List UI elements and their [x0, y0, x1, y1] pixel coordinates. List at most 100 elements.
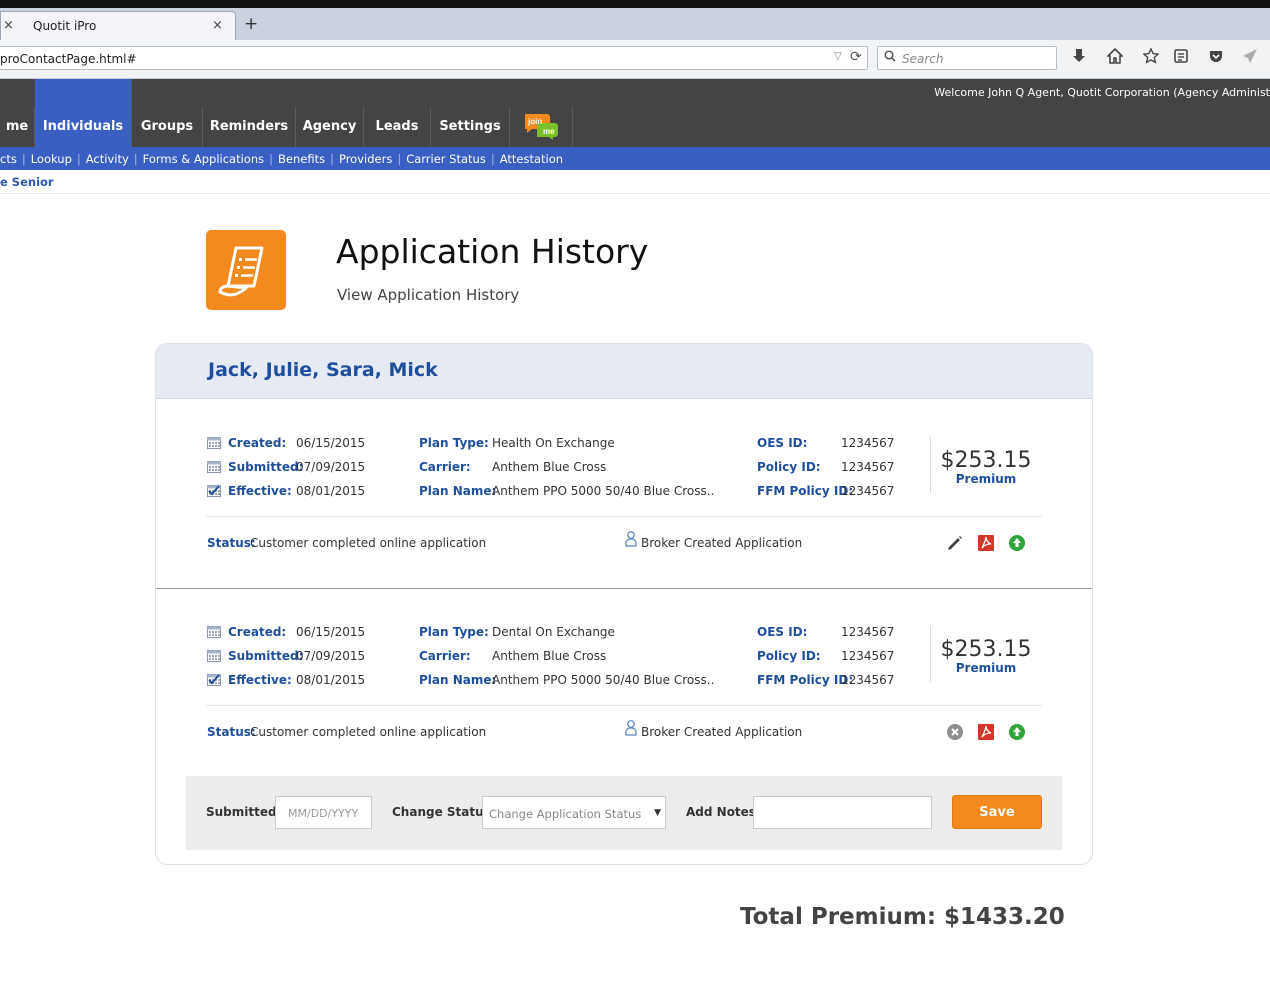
browser-tab-bar: × Quotit iPro × +	[0, 8, 1270, 40]
upload-arrow-icon[interactable]	[1008, 534, 1026, 552]
policy-id-value: 1234567	[841, 649, 895, 663]
total-premium: Total Premium: $1433.20	[740, 904, 1065, 930]
oes-id-label: OES ID:	[757, 436, 808, 450]
submitted-label: Submitted:	[228, 460, 304, 474]
ffm-policy-id-label: FFM Policy ID:	[757, 673, 854, 687]
sub-nav-item[interactable]: Forms & Applications	[143, 152, 265, 166]
pocket-icon[interactable]	[1206, 48, 1226, 68]
calendar-check-icon	[207, 673, 221, 686]
carrier-value: Anthem Blue Cross	[492, 649, 607, 663]
join-me-icon[interactable]: join me	[523, 112, 559, 140]
change-status-label: Change Status	[392, 805, 491, 819]
send-icon[interactable]	[1240, 48, 1260, 68]
submitted-date-input[interactable]: MM/DD/YYYY	[275, 796, 372, 829]
ffm-policy-id-value: 1234567	[841, 484, 895, 498]
add-notes-label: Add Notes	[686, 805, 756, 819]
submitted-label: Submitted:	[228, 649, 304, 663]
nav-item-groups[interactable]: Groups	[132, 107, 203, 147]
url-dropdown-icon[interactable]: ▽	[834, 51, 842, 62]
search-input[interactable]: Search	[877, 46, 1057, 70]
calendar-icon	[207, 436, 221, 449]
add-notes-input[interactable]	[753, 796, 932, 829]
household-names: Jack, Julie, Sara, Mick	[208, 359, 438, 381]
calendar-icon	[207, 625, 221, 638]
oes-id-value: 1234567	[841, 625, 895, 639]
oes-id-label: OES ID:	[757, 625, 808, 639]
created-label: Created:	[228, 436, 287, 450]
status-label: Status:	[207, 725, 256, 739]
reload-icon[interactable]: ⟳	[850, 49, 862, 65]
sub-nav-separator: |	[21, 152, 26, 166]
nav-item-me[interactable]: me	[0, 107, 35, 147]
search-icon	[884, 50, 896, 65]
policy-id-label: Policy ID:	[757, 460, 821, 474]
nav-item-individuals[interactable]: Individuals	[35, 79, 132, 147]
edit-pencil-icon[interactable]	[946, 534, 964, 552]
sub-nav-separator: |	[397, 152, 402, 166]
browser-toolbar: proContactPage.html# ▽ ⟳ Search	[0, 40, 1270, 79]
status-value: Customer completed online application	[250, 725, 487, 739]
sub-nav-item[interactable]: Benefits	[278, 152, 325, 166]
sub-nav-item[interactable]: Attestation	[500, 152, 563, 166]
home-icon[interactable]	[1105, 47, 1125, 68]
sub-nav-item[interactable]: Activity	[86, 152, 129, 166]
effective-date: 08/01/2015	[296, 673, 366, 687]
premium-label: Premium	[955, 661, 1017, 675]
save-button[interactable]: Save	[952, 795, 1042, 829]
pdf-icon[interactable]	[977, 534, 995, 552]
plan-name-value: Anthem PPO 5000 50/40 Blue Cross..	[492, 673, 715, 687]
nav-item-agency[interactable]: Agency	[296, 107, 364, 147]
url-bar[interactable]: proContactPage.html# ▽ ⟳	[0, 46, 868, 70]
ffm-policy-id-value: 1234567	[841, 673, 895, 687]
plan-type-label: Plan Type:	[419, 625, 489, 639]
status-update-form: Submitted MM/DD/YYYY Change Status Chang…	[186, 776, 1062, 850]
sub-nav-item[interactable]: Carrier Status	[406, 152, 486, 166]
tab-title: Quotit iPro	[33, 19, 97, 33]
record-divider	[156, 588, 1092, 589]
sub-nav-separator: |	[76, 152, 81, 166]
carrier-label: Carrier:	[419, 460, 471, 474]
application-history-card: Jack, Julie, Sara, Mick Created: Submitt…	[155, 343, 1093, 865]
premium-amount: $253.15	[940, 448, 1032, 473]
broker-person-icon	[625, 720, 637, 739]
window-top-strip	[0, 0, 1270, 8]
broker-created-text: Broker Created Application	[641, 536, 803, 550]
sub-nav-separator: |	[330, 152, 334, 166]
download-icon[interactable]	[1069, 48, 1089, 68]
nav-item-leads[interactable]: Leads	[364, 107, 431, 147]
nav-divider	[572, 107, 573, 147]
join-text: join	[527, 117, 542, 126]
premium-amount: $253.15	[940, 637, 1032, 662]
bookmark-star-icon[interactable]	[1141, 47, 1161, 68]
close-icon[interactable]: ×	[3, 18, 14, 33]
effective-date: 08/01/2015	[296, 484, 366, 498]
nav-item-reminders[interactable]: Reminders	[203, 107, 296, 147]
carrier-label: Carrier:	[419, 649, 471, 663]
created-date: 06/15/2015	[296, 436, 366, 450]
nav-item-settings[interactable]: Settings	[431, 107, 510, 147]
sub-nav-item[interactable]: cts	[0, 152, 17, 166]
change-status-select[interactable]: Change Application Status ▼	[482, 796, 666, 829]
reading-list-icon[interactable]	[1171, 48, 1191, 68]
new-tab-button[interactable]: +	[244, 14, 258, 34]
created-date: 06/15/2015	[296, 625, 366, 639]
search-placeholder: Search	[902, 52, 944, 66]
application-record: Created: Submitted: Effective: 06/15/201…	[156, 588, 1092, 777]
submitted-label: Submitted	[206, 805, 277, 819]
change-status-value: Change Application Status	[489, 807, 642, 821]
pdf-icon[interactable]	[977, 723, 995, 741]
tab-close-icon[interactable]: ×	[212, 18, 223, 33]
plan-type-label: Plan Type:	[419, 436, 489, 450]
sub-nav-item[interactable]: Providers	[339, 152, 392, 166]
plan-name-label: Plan Name:	[419, 484, 497, 498]
chevron-down-icon: ▼	[654, 808, 661, 818]
sub-nav-item[interactable]: Lookup	[31, 152, 72, 166]
calendar-check-icon	[207, 484, 221, 497]
plan-type-value: Health On Exchange	[492, 436, 615, 450]
plan-name-value: Anthem PPO 5000 50/40 Blue Cross..	[492, 484, 715, 498]
cancel-icon[interactable]	[946, 723, 964, 741]
broker-created-text: Broker Created Application	[641, 725, 803, 739]
browser-tab[interactable]: × Quotit iPro ×	[0, 11, 236, 40]
breadcrumb[interactable]: e Senior	[0, 175, 54, 189]
upload-arrow-icon[interactable]	[1008, 723, 1026, 741]
